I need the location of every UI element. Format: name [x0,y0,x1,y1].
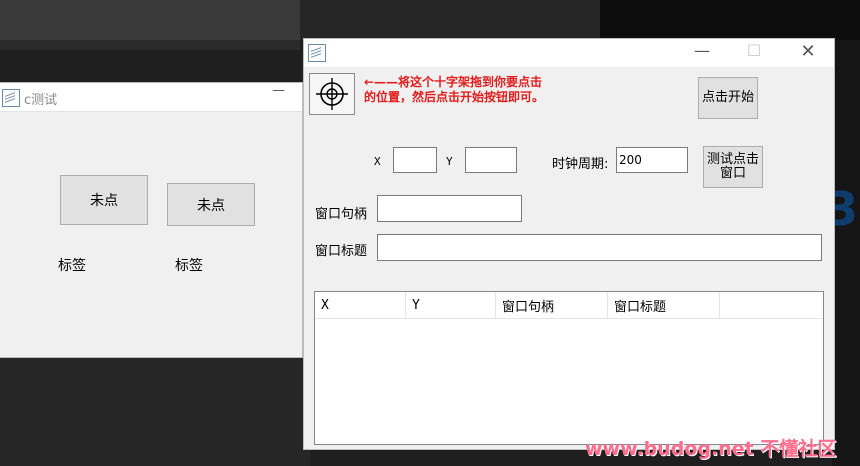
clock-period-field[interactable]: 200 [616,147,688,173]
column-header-y[interactable]: Y [406,292,496,318]
test-button-line-2: 窗口 [719,166,746,181]
start-button[interactable]: 点击开始 [698,77,758,119]
auto-clicker-window: — ☐ ✕ ←——将这个十字架拖到你要点击 的位置，然后点击开始按钮即可。 点击… [303,38,835,450]
minimize-button[interactable]: — [687,41,717,60]
window-handle-label: 窗口句柄 [315,207,368,222]
desktop-background [600,0,860,40]
window-title-label: 窗口标题 [315,244,368,259]
column-header-x[interactable]: X [315,292,406,318]
not-clicked-button-2[interactable]: 未点 [167,183,255,226]
window-title-field[interactable] [377,234,822,261]
crosshair-drag-target[interactable] [309,73,355,115]
crosshair-icon [316,78,348,110]
y-coordinate-field[interactable] [465,147,517,173]
title-bar[interactable]: — ☐ ✕ [304,39,834,67]
desktop-background [832,40,860,466]
list-header: X Y 窗口句柄 窗口标题 [315,292,823,319]
title-bar[interactable]: c测试 — [0,83,302,112]
label-2: 标签 [175,258,203,274]
instruction-line-1: ←——将这个十字架拖到你要点击 [364,75,543,89]
x-label: X [374,155,381,168]
desktop-background [300,0,600,40]
desktop-background [0,0,300,40]
desktop-background [0,40,300,50]
instruction-line-2: 的位置，然后点击开始按钮即可。 [364,90,545,104]
window-title: c测试 [24,93,58,108]
instruction-text: ←——将这个十字架拖到你要点击 的位置，然后点击开始按钮即可。 [364,75,544,105]
label-1: 标签 [58,258,86,274]
x-coordinate-field[interactable] [393,147,437,173]
test-click-window-button[interactable]: 测试点击 窗口 [703,146,763,188]
results-list[interactable]: X Y 窗口句柄 窗口标题 [314,291,824,445]
column-header-window-handle[interactable]: 窗口句柄 [496,292,608,318]
window-handle-field[interactable] [377,195,522,222]
minimize-button[interactable]: — [272,83,285,98]
test-button-line-1: 测试点击 [706,152,759,167]
app-icon [2,89,20,107]
desktop-background [0,355,310,466]
app-icon [308,44,326,62]
column-header-window-title[interactable]: 窗口标题 [608,292,720,318]
test-window: c测试 — 未点 未点 标签 标签 [0,82,303,358]
close-button[interactable]: ✕ [793,41,823,62]
y-label: Y [446,155,453,168]
clock-period-label: 时钟周期: [552,157,609,172]
not-clicked-button-1[interactable]: 未点 [60,175,148,225]
site-watermark: www.budog.net 不懂社区 [585,438,837,460]
maximize-button[interactable]: ☐ [739,41,769,60]
